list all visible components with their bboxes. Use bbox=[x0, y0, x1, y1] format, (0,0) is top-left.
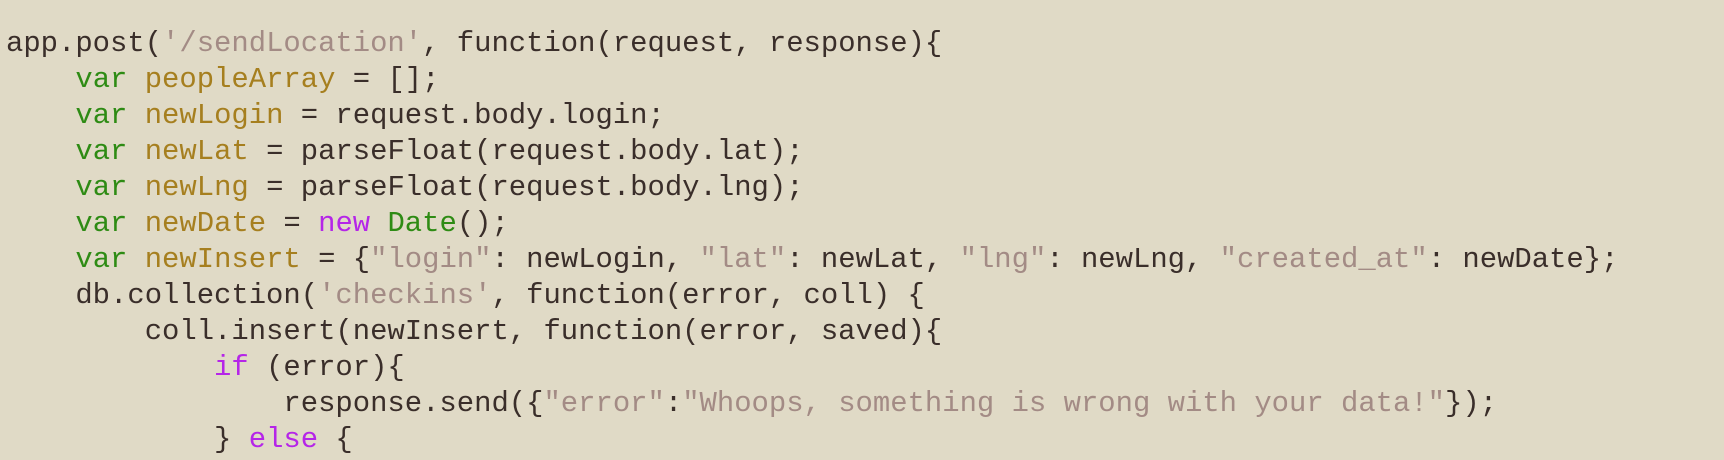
code-token-str: "Whoops, something is wrong with your da… bbox=[682, 387, 1446, 420]
code-line: var newLogin = request.body.login; bbox=[6, 98, 1724, 134]
code-line: coll.insert(newInsert, function(error, s… bbox=[6, 314, 1724, 350]
code-line: } else { bbox=[6, 422, 1724, 458]
code-token-plain: (); bbox=[456, 207, 509, 240]
code-token-cls: Date bbox=[387, 207, 457, 240]
code-line: if (error){ bbox=[6, 350, 1724, 386]
code-line: db.collection('checkins', function(error… bbox=[6, 278, 1724, 314]
code-token-kw-ctl: new bbox=[318, 207, 371, 240]
code-token-plain: , function(error, coll) { bbox=[491, 279, 925, 312]
code-token-plain: } bbox=[6, 423, 249, 456]
code-token-str: "created_at" bbox=[1219, 243, 1428, 276]
code-token-kw-ctl: if bbox=[214, 351, 249, 384]
code-token-plain: = { bbox=[300, 243, 371, 276]
code-token-kw-ctl: else bbox=[248, 423, 319, 456]
code-token-plain: (error){ bbox=[248, 351, 405, 384]
code-token-kw-var: var bbox=[75, 135, 128, 168]
code-token-plain: { bbox=[318, 423, 353, 456]
code-token-plain: = bbox=[266, 207, 319, 240]
code-token-ident: newLng bbox=[144, 171, 249, 204]
code-token-kw-var: var bbox=[75, 171, 128, 204]
code-token-ident: newDate bbox=[144, 207, 267, 240]
code-token-ident: newLogin bbox=[144, 99, 284, 132]
code-token-plain: = parseFloat(request.body.lat); bbox=[248, 135, 804, 168]
code-token-plain: : newLng, bbox=[1046, 243, 1220, 276]
code-token-ident: peopleArray bbox=[144, 63, 336, 96]
code-line: var newInsert = {"login": newLogin, "lat… bbox=[6, 242, 1724, 278]
code-token-plain: db.collection( bbox=[6, 279, 319, 312]
code-token-plain: = parseFloat(request.body.lng); bbox=[248, 171, 804, 204]
code-token-str: "login" bbox=[370, 243, 492, 276]
code-token-ident: newLat bbox=[144, 135, 249, 168]
code-token-plain: : newLat, bbox=[786, 243, 960, 276]
code-token-plain: : bbox=[664, 387, 683, 420]
code-token-plain: : newDate}; bbox=[1427, 243, 1619, 276]
code-line: response.send({"error":"Whoops, somethin… bbox=[6, 386, 1724, 422]
code-token-plain: = request.body.login; bbox=[283, 99, 665, 132]
code-token-plain: coll.insert(newInsert, function(error, s… bbox=[6, 315, 943, 348]
code-lines: app.post('/sendLocation', function(reque… bbox=[6, 26, 1724, 458]
code-token-kw-var: var bbox=[75, 63, 128, 96]
code-token-str: "lng" bbox=[959, 243, 1047, 276]
code-token-plain: }); bbox=[1445, 387, 1498, 420]
code-token-kw-var: var bbox=[75, 243, 128, 276]
code-token-plain: : newLogin, bbox=[491, 243, 700, 276]
code-token-str: "lat" bbox=[699, 243, 787, 276]
code-token-plain: app.post( bbox=[6, 27, 163, 60]
code-line: var newDate = new Date(); bbox=[6, 206, 1724, 242]
code-token-str: "error" bbox=[543, 387, 665, 420]
code-token-kw-var: var bbox=[75, 207, 128, 240]
code-token-plain: , function(request, response){ bbox=[422, 27, 943, 60]
code-line: var newLat = parseFloat(request.body.lat… bbox=[6, 134, 1724, 170]
code-token-plain: = []; bbox=[335, 63, 440, 96]
code-editor-view[interactable]: app.post('/sendLocation', function(reque… bbox=[0, 0, 1724, 460]
code-token-kw-var: var bbox=[75, 99, 128, 132]
code-token-str: '/sendLocation' bbox=[162, 27, 423, 60]
code-token-str: 'checkins' bbox=[318, 279, 492, 312]
code-token-plain: response.send({ bbox=[6, 387, 544, 420]
code-line: var peopleArray = []; bbox=[6, 62, 1724, 98]
code-line: app.post('/sendLocation', function(reque… bbox=[6, 26, 1724, 62]
code-token-ident: newInsert bbox=[144, 243, 301, 276]
code-line: var newLng = parseFloat(request.body.lng… bbox=[6, 170, 1724, 206]
